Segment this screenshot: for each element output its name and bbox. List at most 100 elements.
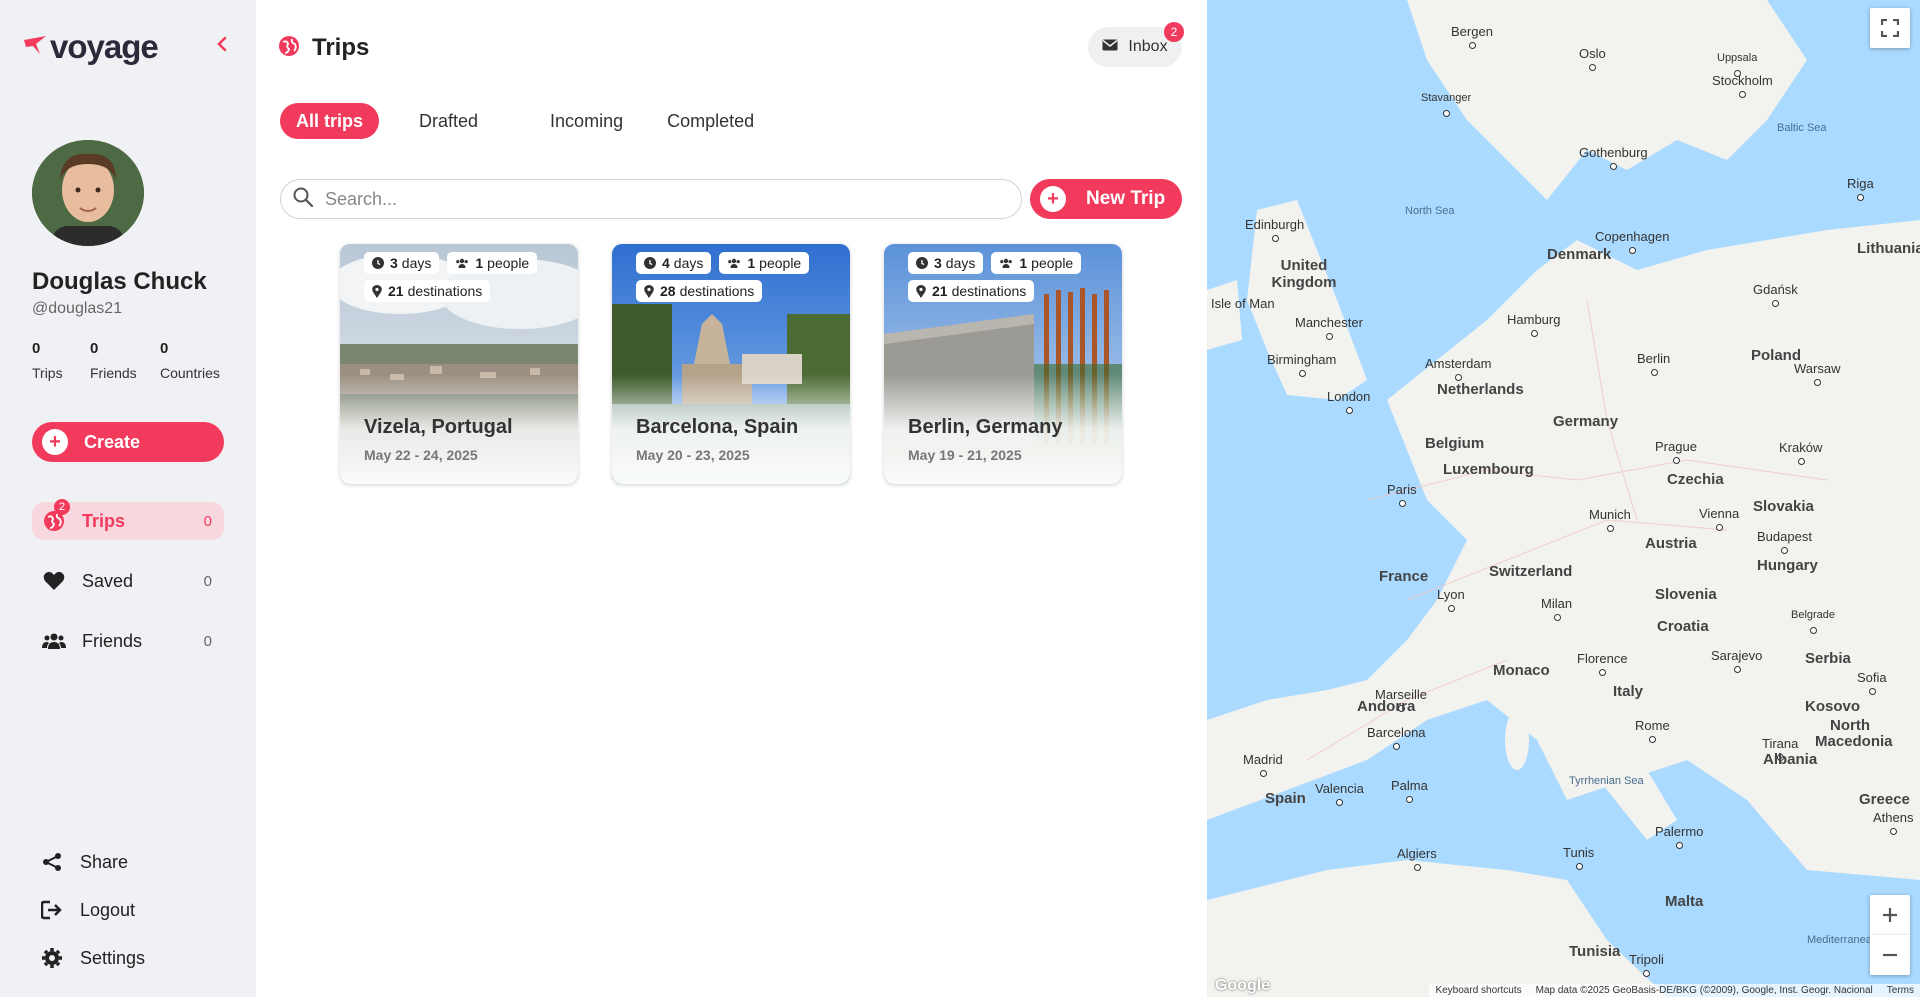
stat-label: Trips <box>32 365 63 381</box>
pin-icon <box>372 284 382 298</box>
map-city-label: Belgrade <box>1791 609 1836 634</box>
globe-icon <box>278 35 300 62</box>
map-city-label: Sarajevo <box>1711 648 1763 673</box>
new-trip-button[interactable]: + New Trip <box>1030 179 1182 219</box>
map-country-label: North Macedonia <box>1815 717 1893 750</box>
keyboard-shortcuts-link[interactable]: Keyboard shortcuts <box>1435 985 1521 996</box>
map-city-label: Vienna <box>1699 506 1740 531</box>
sidebar-item-friends[interactable]: Friends 0 <box>32 622 224 660</box>
map-city-label: Palma <box>1391 778 1428 803</box>
logout-button[interactable]: Logout <box>40 898 145 922</box>
map-country-label: Austria <box>1645 535 1697 552</box>
mail-icon <box>1102 38 1118 56</box>
users-icon <box>727 258 741 269</box>
people-value: 1 <box>1019 255 1028 271</box>
map-country-label: Andorra <box>1357 698 1416 715</box>
fullscreen-icon <box>1881 19 1899 37</box>
new-trip-label: New Trip <box>1086 188 1166 209</box>
map-city-label: Lyon <box>1437 587 1465 612</box>
days-label: days <box>673 255 704 271</box>
tab-incoming[interactable]: Incoming <box>534 103 639 139</box>
map-city-label: Kraków <box>1779 440 1823 465</box>
trip-dates: May 20 - 23, 2025 <box>636 447 750 463</box>
map-city-label: Birmingham <box>1267 352 1337 377</box>
people-pill: 1 people <box>447 252 538 274</box>
map-country-label: Malta <box>1665 893 1704 910</box>
map-country-label: Luxembourg <box>1443 461 1534 478</box>
map-city-label: Budapest <box>1757 529 1812 554</box>
map-city-label: Rome <box>1635 718 1670 743</box>
minus-icon <box>1883 953 1897 957</box>
destinations-pill: 28 destinations <box>636 280 763 302</box>
stat-friends: 0 Friends <box>90 340 148 381</box>
trip-card[interactable]: 3 days 1 people 21 destinations Vizela, Por… <box>340 244 578 484</box>
tab-all-trips[interactable]: All trips <box>280 103 380 139</box>
days-value: 4 <box>662 255 670 271</box>
stat-label: Countries <box>160 365 220 381</box>
clock-icon <box>916 257 928 269</box>
map-city-label: Palermo <box>1655 824 1704 849</box>
map-city-label: Riga <box>1847 176 1874 201</box>
settings-button[interactable]: Settings <box>40 946 145 970</box>
map-city-label: London <box>1327 389 1371 414</box>
map-footer: Keyboard shortcuts Map data ©2025 GeoBas… <box>1429 984 1920 997</box>
map-city-label: Bergen <box>1451 24 1493 49</box>
stat-value: 0 <box>160 340 169 357</box>
create-button[interactable]: + Create <box>32 422 224 462</box>
map-city-label: Prague <box>1655 439 1697 464</box>
destinations-value: 21 <box>932 283 948 299</box>
map-country-label: Germany <box>1553 413 1619 430</box>
map-country-label: Hungary <box>1757 557 1818 574</box>
map-city-label: Tirana <box>1762 736 1799 761</box>
sidebar-item-trips[interactable]: 2 Trips 0 <box>32 499 224 540</box>
tab-drafted[interactable]: Drafted <box>403 103 494 139</box>
sidebar-item-count: 0 <box>203 632 212 650</box>
map-country-label: Czechia <box>1667 471 1724 488</box>
days-label: days <box>401 255 432 271</box>
page-title: Trips <box>312 34 370 61</box>
destinations-value: 21 <box>388 283 404 299</box>
map-city-label: Stockholm <box>1712 73 1773 98</box>
search-input[interactable] <box>325 188 975 210</box>
share-icon <box>40 850 64 874</box>
map-city-label: Athens <box>1873 810 1914 835</box>
users-icon <box>999 258 1013 269</box>
avatar[interactable] <box>32 140 144 246</box>
map-city-label: Copenhagen <box>1595 229 1670 254</box>
map-view[interactable]: Bergen Oslo Uppsala Stockholm Stavanger … <box>1207 0 1920 997</box>
profile-handle: @douglas21 <box>32 300 123 317</box>
plane-icon <box>22 34 48 61</box>
map-city-label: Sofia <box>1857 670 1887 695</box>
map-city-label: Madrid <box>1243 752 1283 777</box>
trip-meta: 3 days 1 people 21 destinations <box>908 252 1108 302</box>
collapse-sidebar-button[interactable] <box>212 36 232 56</box>
plus-icon <box>1883 908 1897 922</box>
inbox-button[interactable]: Inbox 2 <box>1088 22 1184 67</box>
sidebar-item-saved[interactable]: Saved 0 <box>32 562 224 600</box>
fullscreen-button[interactable] <box>1870 8 1910 48</box>
trip-card[interactable]: 4 days 1 people 28 destinations Barcelona, … <box>612 244 850 484</box>
people-pill: 1 people <box>991 252 1082 274</box>
map-city-label: Florence <box>1577 651 1628 676</box>
tab-completed[interactable]: Completed <box>651 103 770 139</box>
sidebar-item-label: Trips <box>82 510 126 531</box>
map-city-label: Tunis <box>1563 845 1595 870</box>
destinations-label: destinations <box>679 283 755 299</box>
people-value: 1 <box>747 255 756 271</box>
map-country-label: Slovenia <box>1655 586 1717 603</box>
sidebar-item-label: Friends <box>82 630 143 651</box>
map-city-label: Gdańsk <box>1753 282 1798 307</box>
map-country-label: Greece <box>1859 791 1910 808</box>
pin-icon <box>916 284 926 298</box>
map-country-label: Belgium <box>1425 435 1485 452</box>
share-button[interactable]: Share <box>40 850 145 874</box>
sidebar-item-count: 0 <box>203 512 212 530</box>
trip-card[interactable]: 3 days 1 people 21 destinations Berlin, Ger… <box>884 244 1122 484</box>
map-city-label: Amsterdam <box>1425 356 1492 381</box>
terms-link[interactable]: Terms <box>1887 985 1914 996</box>
zoom-in-button[interactable] <box>1870 895 1910 935</box>
voyage-logo[interactable]: voyage <box>22 28 159 66</box>
map-country-label: Kosovo <box>1805 698 1861 715</box>
zoom-out-button[interactable] <box>1870 935 1910 975</box>
days-pill: 3 days <box>364 252 440 274</box>
